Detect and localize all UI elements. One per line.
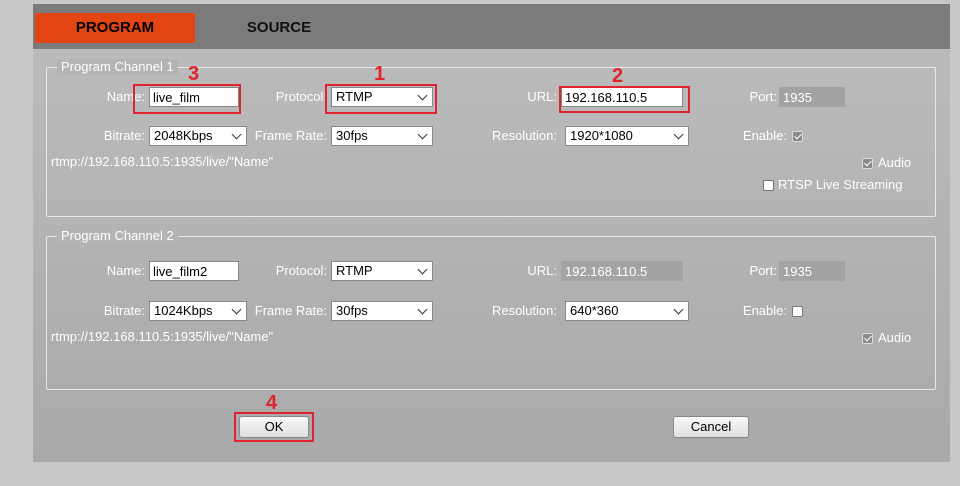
tab-source[interactable]: SOURCE [223, 13, 335, 43]
ch2-audio-label: Audio [878, 330, 912, 345]
annotation-number-2: 2 [612, 65, 624, 87]
ch1-port-value: 1935 [779, 87, 845, 107]
ch1-enable-label: Enable: [742, 128, 787, 143]
program-settings-page: PROGRAM SOURCE Program Channel 1 Name: l… [33, 4, 950, 462]
chevron-down-icon [417, 264, 428, 275]
ch2-audio-checkbox[interactable] [862, 333, 873, 344]
ch1-bitrate-label: Bitrate: [103, 128, 145, 143]
ch2-resolution-value: 640*360 [570, 303, 619, 318]
ch2-resolution-select[interactable]: 640*360 [565, 301, 689, 321]
ch2-stream-url: rtmp://192.168.110.5:1935/live/"Name" [51, 329, 274, 344]
ch2-protocol-select[interactable]: RTMP [331, 261, 433, 281]
ch2-bitrate-label: Bitrate: [103, 303, 145, 318]
channel-1-legend: Program Channel 1 [57, 59, 178, 75]
ch1-protocol-select[interactable]: RTMP [331, 87, 433, 107]
ch1-url-label: URL: [527, 89, 557, 104]
ch1-frame-rate-label: Frame Rate: [254, 128, 327, 143]
ch2-resolution-label: Resolution: [491, 303, 557, 318]
chevron-down-icon [417, 90, 428, 101]
annotation-number-3: 3 [188, 63, 200, 85]
ch1-audio-label: Audio [878, 155, 912, 170]
ch1-stream-url: rtmp://192.168.110.5:1935/live/"Name" [51, 154, 274, 169]
chevron-down-icon [231, 304, 242, 315]
ch2-enable-checkbox[interactable] [792, 306, 803, 317]
program-channel-1-group: Program Channel 1 Name: live_film Protoc… [46, 59, 936, 217]
ch1-resolution-value: 1920*1080 [570, 128, 633, 143]
ch2-enable-label: Enable: [742, 303, 787, 318]
ch2-protocol-label: Protocol: [275, 263, 327, 278]
tab-program[interactable]: PROGRAM [35, 13, 195, 43]
ch1-enable-checkbox[interactable] [792, 131, 803, 142]
ch1-audio-checkbox[interactable] [862, 158, 873, 169]
chevron-down-icon [231, 129, 242, 140]
ch2-name-label: Name: [106, 263, 145, 278]
ch2-url-value: 192.168.110.5 [561, 261, 683, 281]
ch2-frame-rate-value: 30fps [336, 303, 368, 318]
ch2-bitrate-select[interactable]: 1024Kbps [149, 301, 247, 321]
ch1-bitrate-select[interactable]: 2048Kbps [149, 126, 247, 146]
chevron-down-icon [673, 129, 684, 140]
ch1-resolution-select[interactable]: 1920*1080 [565, 126, 689, 146]
ch1-name-input[interactable]: live_film [149, 87, 239, 107]
chevron-down-icon [417, 129, 428, 140]
cancel-button[interactable]: Cancel [673, 416, 749, 438]
channel-2-legend: Program Channel 2 [57, 228, 178, 244]
ch1-url-input[interactable]: 192.168.110.5 [561, 87, 683, 107]
ch1-frame-rate-select[interactable]: 30fps [331, 126, 433, 146]
program-channel-2-group: Program Channel 2 Name: live_film2 Proto… [46, 228, 936, 390]
annotation-number-1: 1 [374, 63, 386, 85]
ch1-bitrate-value: 2048Kbps [154, 128, 213, 143]
tab-bar: PROGRAM SOURCE [33, 4, 950, 49]
ch2-name-input[interactable]: live_film2 [149, 261, 239, 281]
ok-button[interactable]: OK [239, 416, 309, 438]
ch1-name-label: Name: [106, 89, 145, 104]
ch2-frame-rate-label: Frame Rate: [254, 303, 327, 318]
ch2-port-value: 1935 [779, 261, 845, 281]
ch2-protocol-value: RTMP [336, 263, 373, 278]
ch2-frame-rate-select[interactable]: 30fps [331, 301, 433, 321]
ch1-rtsp-label: RTSP Live Streaming [778, 177, 903, 192]
ch2-port-label: Port: [749, 263, 777, 278]
annotation-number-4: 4 [266, 392, 278, 414]
ch1-protocol-value: RTMP [336, 89, 373, 104]
ch1-rtsp-checkbox[interactable] [763, 180, 774, 191]
ch1-port-label: Port: [749, 89, 777, 104]
ch1-resolution-label: Resolution: [491, 128, 557, 143]
chevron-down-icon [417, 304, 428, 315]
chevron-down-icon [673, 304, 684, 315]
ch1-frame-rate-value: 30fps [336, 128, 368, 143]
ch2-bitrate-value: 1024Kbps [154, 303, 213, 318]
ch1-protocol-label: Protocol: [275, 89, 327, 104]
ch2-url-label: URL: [527, 263, 557, 278]
